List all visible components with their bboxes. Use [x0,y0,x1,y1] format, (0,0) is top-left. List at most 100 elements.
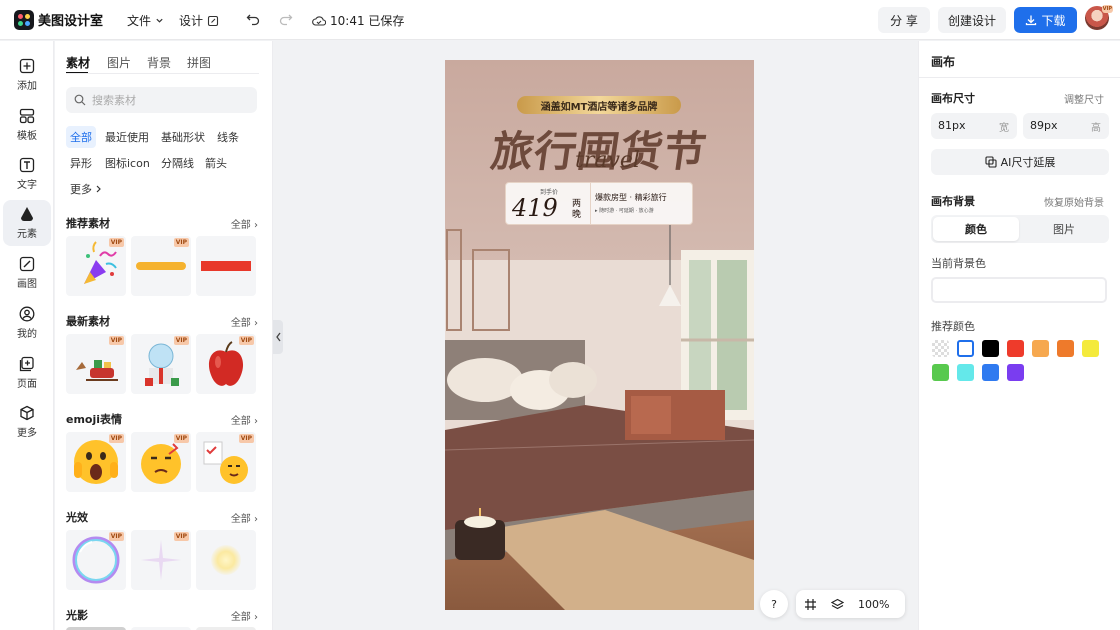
see-all-recommended[interactable]: 全部 › [231,216,258,231]
chip-more[interactable]: 更多 [66,178,106,200]
chip-dividers[interactable]: 分隔线 [157,152,198,174]
see-all-latest[interactable]: 全部 › [231,314,258,329]
swatch-transparent[interactable] [932,340,949,357]
ai-resize-button[interactable]: AI尺寸延展 [931,149,1109,175]
sidebar-item-elements[interactable]: 元素 [3,200,51,246]
asset-brush-stroke[interactable]: VIP [131,236,191,296]
sidebar-item-label: 元素 [17,229,37,240]
vip-badge: VIP [173,238,189,247]
swatch-orange[interactable] [1057,340,1074,357]
search-input[interactable]: 搜索素材 [66,87,257,113]
see-all-light-shadow[interactable]: 全部 › [231,608,258,623]
asset-bubble[interactable]: VIP [66,530,126,590]
height-field[interactable]: 89px 高 [1023,113,1109,139]
page-add-icon [19,356,34,372]
create-design-button[interactable]: 创建设计 [938,7,1006,33]
chip-all[interactable]: 全部 [66,126,96,148]
segment-color[interactable]: 颜色 [933,217,1019,241]
layers-icon[interactable] [831,598,844,611]
see-all-light-effects[interactable]: 全部 › [231,510,258,525]
price-unit-2: 晚 [572,210,582,220]
segment-image-label: 图片 [1053,223,1075,236]
sidebar-item-more[interactable]: 更多 [3,399,51,445]
undo-icon[interactable] [246,12,260,26]
promo-banner[interactable]: 涵盖如MT酒店等诸多品牌 [517,96,681,114]
asset-sleigh[interactable]: VIP [66,334,126,394]
cube-icon [20,405,34,421]
zoom-level[interactable]: 100% [858,598,889,611]
section-title-latest: 最新素材 [66,315,110,328]
current-bg-color-field[interactable] [931,277,1107,303]
tab-backgrounds[interactable]: 背景 [147,54,171,71]
sidebar-item-template[interactable]: 模板 [3,102,51,148]
file-menu[interactable]: 文件 [127,12,164,29]
redo-icon[interactable] [279,12,293,26]
current-bg-label: 当前背景色 [931,257,986,270]
section-title-emoji: emoji表情 [66,413,123,426]
swatch-white[interactable] [957,340,974,357]
swatch-purple[interactable] [1007,364,1024,381]
segment-image[interactable]: 图片 [1021,217,1107,241]
chevron-left-icon [275,332,281,342]
tab-collage[interactable]: 拼图 [187,54,211,71]
chip-basic-shapes[interactable]: 基础形状 [157,126,209,148]
asset-red-bar[interactable] [196,236,256,296]
poster-script-word[interactable]: travel [575,148,640,173]
price-value: 419 [512,194,558,222]
chip-recent[interactable]: 最近使用 [101,126,153,148]
see-all-emoji[interactable]: 全部 › [231,412,258,427]
collapse-panel-handle[interactable] [273,320,283,354]
sidebar-item-mine[interactable]: 我的 [3,300,51,346]
asset-sparkle[interactable]: VIP [131,530,191,590]
asset-emoji-checklist[interactable]: VIP [196,432,256,492]
swatch-yellow[interactable] [1082,340,1099,357]
sidebar-item-add[interactable]: 添加 [3,52,51,98]
sidebar-item-draw[interactable]: 画图 [3,250,51,296]
chip-special-shapes[interactable]: 异形 [66,152,96,174]
adjust-size-link[interactable]: 调整尺寸 [1064,91,1104,106]
swatch-blue[interactable] [982,364,999,381]
restore-bg-link[interactable]: 恢复原始背景 [1044,194,1104,209]
price-card[interactable]: 到手价 419 两 晚 爆款房型 · 精彩旅行 ▸ 随时游 · 可延期 · 放心… [505,182,693,225]
vip-badge: VIP [173,532,189,541]
chip-icons[interactable]: 图标icon [101,152,154,174]
swatch-black[interactable] [982,340,999,357]
brush-stroke-shape [136,262,186,270]
avatar[interactable]: VIP [1085,5,1113,30]
sidebar-item-page[interactable]: 页面 [3,350,51,396]
tool-sidebar: 添加 模板 文字 元素 画图 我的 页面 更多 [0,41,54,630]
swatch-green[interactable] [932,364,949,381]
chip-lines[interactable]: 线条 [213,126,243,148]
chip-arrows[interactable]: 箭头 [201,152,231,174]
see-all-label: 全部 [230,514,251,525]
download-icon [1026,15,1037,26]
asset-glow[interactable] [196,530,256,590]
asset-party-popper[interactable]: VIP [66,236,126,296]
sidebar-item-label: 画图 [17,279,37,290]
section-title-recommended: 推荐素材 [66,217,110,230]
app-name: 美图设计室 [38,14,104,29]
grid-icon[interactable] [804,598,817,611]
design-menu[interactable]: 设计 [179,12,219,29]
see-all-label: 全部 [230,220,251,231]
help-button[interactable]: ? [760,590,788,618]
design-canvas[interactable]: 涵盖如MT酒店等诸多品牌 旅行囤货节 travel 到手价 419 两 晚 爆款… [445,60,754,610]
panel-title-divider [919,77,1120,78]
swatch-red[interactable] [1007,340,1024,357]
promo-banner-text: 涵盖如MT酒店等诸多品牌 [540,101,658,113]
swatch-cyan[interactable] [957,364,974,381]
download-button[interactable]: 下载 [1014,7,1077,33]
chevron-right-icon [96,185,101,193]
tab-materials[interactable]: 素材 [66,54,90,71]
help-label: ? [771,597,777,611]
sidebar-item-text[interactable]: 文字 [3,151,51,197]
tab-images[interactable]: 图片 [107,54,131,71]
asset-apple[interactable]: VIP [196,334,256,394]
width-field[interactable]: 81px 宽 [931,113,1017,139]
asset-snow-globe[interactable]: VIP [131,334,191,394]
share-button[interactable]: 分 享 [878,7,930,33]
asset-emoji-scared[interactable]: VIP [66,432,126,492]
swatch-light-orange[interactable] [1032,340,1049,357]
app-logo[interactable]: 美图设计室 [14,9,104,30]
asset-emoji-thinking[interactable]: VIP [131,432,191,492]
